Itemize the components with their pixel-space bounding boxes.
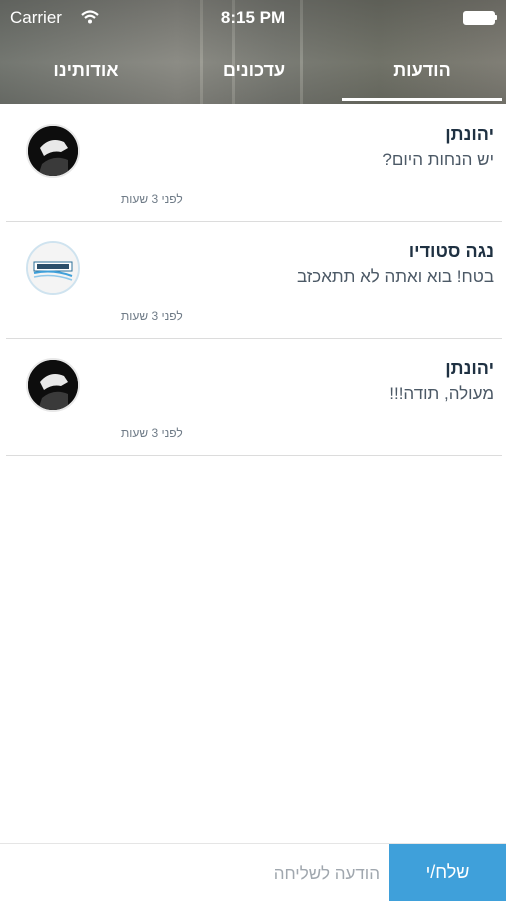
active-tab-indicator <box>342 98 502 101</box>
tab-messages[interactable]: הודעות <box>342 60 502 86</box>
sender-name: יהונתן <box>445 358 494 378</box>
message-row[interactable]: נגה סטודיו בטח! בוא ואתה לא תתאכזב לפני … <box>6 221 502 339</box>
status-bar: Carrier 8:15 PM <box>0 0 506 34</box>
message-timestamp: לפני 3 שעות <box>121 426 183 440</box>
avatar <box>26 358 80 412</box>
battery-icon <box>463 11 497 25</box>
avatar <box>26 124 80 178</box>
tab-about[interactable]: אודותינו <box>6 60 166 86</box>
sender-name: נגה סטודיו <box>408 241 494 261</box>
message-text: בטח! בוא ואתה לא תתאכזב <box>296 267 494 286</box>
app-header: Carrier 8:15 PM הודעות עדכונים אודותינו <box>0 0 506 104</box>
message-text: יש הנחות היום? <box>382 150 494 169</box>
avatar <box>26 241 80 295</box>
send-button[interactable]: שלח/י <box>389 844 506 901</box>
message-timestamp: לפני 3 שעות <box>121 309 183 323</box>
clock: 8:15 PM <box>220 8 286 27</box>
tab-updates[interactable]: עדכונים <box>174 60 334 86</box>
message-timestamp: לפני 3 שעות <box>121 192 183 206</box>
tab-bar: הודעות עדכונים אודותינו <box>0 52 506 104</box>
message-composer: שלח/י <box>0 843 506 903</box>
message-text: מעולה, תודה!!! <box>389 384 494 403</box>
message-row[interactable]: יהונתן מעולה, תודה!!! לפני 3 שעות <box>6 338 502 456</box>
sender-name: יהונתן <box>445 124 494 144</box>
message-row[interactable]: יהונתן יש הנחות היום? לפני 3 שעות <box>6 104 502 222</box>
message-input[interactable] <box>8 844 382 903</box>
